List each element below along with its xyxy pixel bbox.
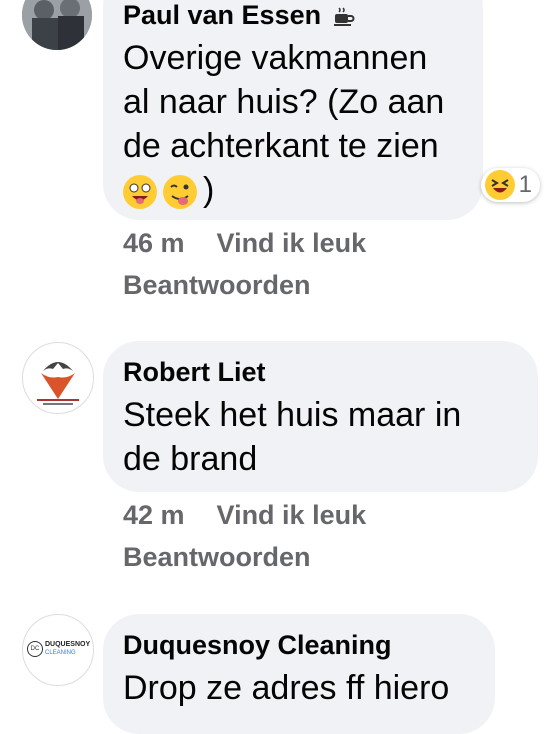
comment-bubble[interactable]: Paul van Essen Overige vakmannen al naar… xyxy=(103,0,483,220)
comment-text: Steek het huis maar in de brand xyxy=(123,393,516,481)
comment-text-line: de brand xyxy=(123,440,258,478)
comment-text-line: al naar huis? (Zo aan xyxy=(123,83,445,121)
reaction-count: 1 xyxy=(518,171,532,198)
reply-button[interactable]: Beantwoorden xyxy=(123,270,311,300)
avatar-photo xyxy=(22,0,92,50)
comment-time[interactable]: 42 m xyxy=(123,500,185,530)
comment-author[interactable]: Duquesnoy Cleaning xyxy=(123,628,473,662)
comment-text: Drop ze adres ff hiero xyxy=(123,666,473,710)
comment-author[interactable]: Paul van Essen xyxy=(123,0,461,32)
avatar-logo xyxy=(24,344,92,412)
comment-text-line: de achterkant te zien xyxy=(123,127,439,165)
comment-text-line: Steek het huis maar in xyxy=(123,396,462,434)
comment-text-line: Drop ze adres ff hiero xyxy=(123,669,450,707)
reply-button[interactable]: Beantwoorden xyxy=(123,542,311,572)
winking-tongue-face-icon xyxy=(163,175,197,210)
comment-author[interactable]: Robert Liet xyxy=(123,355,516,389)
avatar-logo: DC DUQUESNOY CLEANING xyxy=(27,641,90,657)
comment-text-suffix: ) xyxy=(203,171,215,209)
laughing-face-icon xyxy=(484,170,515,200)
comment-text: Overige vakmannen al naar huis? (Zo aan … xyxy=(123,36,461,212)
comment-actions: 42 m Vind ik leuk xyxy=(123,500,398,531)
grinning-squinting-face-icon xyxy=(123,175,157,210)
like-button[interactable]: Vind ik leuk xyxy=(217,228,367,258)
like-button[interactable]: Vind ik leuk xyxy=(217,500,367,530)
comment-actions-row2: Beantwoorden xyxy=(123,270,343,301)
avatar-duquesnoy-cleaning[interactable]: DC DUQUESNOY CLEANING xyxy=(22,614,94,686)
avatar-brand-subtext: CLEANING xyxy=(45,650,76,656)
avatar-brand-text: DUQUESNOY xyxy=(45,641,91,648)
comment-time[interactable]: 46 m xyxy=(123,228,185,258)
coffee-cup-icon xyxy=(333,7,355,26)
dc-badge: DC xyxy=(27,641,43,657)
comment-bubble[interactable]: Duquesnoy Cleaning Drop ze adres ff hier… xyxy=(103,614,495,734)
comment-actions-row2: Beantwoorden xyxy=(123,542,343,573)
comment-text-line: Overige vakmannen xyxy=(123,39,428,77)
comment-bubble[interactable]: Robert Liet Steek het huis maar in de br… xyxy=(103,341,538,492)
avatar-robert-liet[interactable] xyxy=(22,342,94,414)
avatar-paul-van-essen[interactable] xyxy=(22,0,92,50)
reaction-summary[interactable]: 1 xyxy=(480,168,540,202)
comment-actions: 46 m Vind ik leuk xyxy=(123,228,398,259)
